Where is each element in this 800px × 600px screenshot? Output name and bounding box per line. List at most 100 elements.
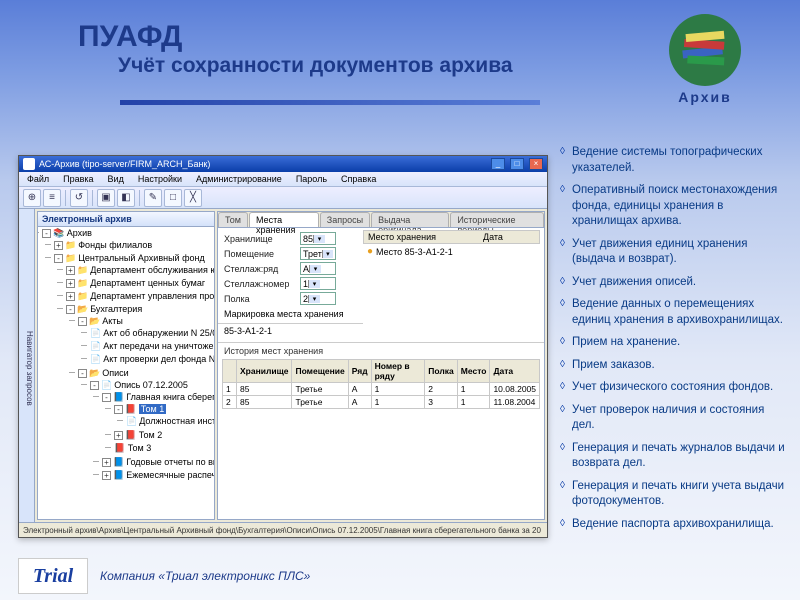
menu-help[interactable]: Справка (339, 173, 378, 185)
tree-node-selected[interactable]: -📕 Том 1 📄Должностная инструкция Главног… (114, 403, 214, 429)
inp-hran[interactable]: 85▾ (300, 232, 336, 245)
tb-btn-1[interactable]: ⊕ (23, 189, 41, 207)
tree-leaf[interactable]: +📘Ежемесячные распечатки по лицевому счё… (102, 469, 214, 482)
tree-node[interactable]: +📁Департамент управления проектами (66, 290, 214, 303)
storage-list: Место хранения Дата ● Место 85-3-A1-2-1 (363, 230, 540, 324)
list-item: Генерация и печать журналов выдачи и воз… (560, 441, 790, 472)
chevron-down-icon[interactable]: ▾ (313, 235, 325, 243)
tree-leaf[interactable]: 📄Акт передачи на уничтожение N 22/08-01 … (90, 340, 214, 353)
lab-hran: Хранилище (224, 234, 296, 244)
col-date[interactable]: Дата (479, 231, 539, 243)
tb-btn-7[interactable]: □ (164, 189, 182, 207)
tb-sep (139, 190, 140, 206)
tree-node[interactable]: -📘Главная книга сберегательного банка за… (102, 391, 214, 456)
tree-leaf[interactable]: 📕 Том 3 (114, 442, 214, 455)
company-logo: Trial (18, 558, 88, 594)
close-button[interactable]: × (529, 158, 543, 170)
inp-polka[interactable]: 2▾ (300, 292, 336, 305)
tree-node[interactable]: +📁Департамент ценных бумаг (66, 277, 214, 290)
table-row[interactable]: 185 ТретьеА 12 110.08.2005 (223, 383, 540, 396)
chevron-down-icon[interactable]: ▾ (308, 280, 320, 288)
slide-footer: Trial Компания «Триал электроникс ПЛС» (18, 558, 310, 594)
status-path: Электронный архив\Архив\Центральный Архи… (23, 526, 541, 535)
tab-issue[interactable]: Выдача оригинала (371, 212, 449, 227)
list-item: Учет физического состояния фондов. (560, 380, 790, 396)
lab-pom: Помещение (224, 249, 296, 259)
list-item: Прием заказов. (560, 358, 790, 374)
archive-tree[interactable]: Электронный архив -📚 Архив +📁Фонды филиа… (37, 211, 215, 520)
tb-btn-2[interactable]: ≡ (43, 189, 61, 207)
logo-caption: Архив (660, 89, 750, 105)
window-titlebar[interactable]: АС-Архив (tipo-server/FIRM_ARCH_Банк) _ … (19, 156, 547, 172)
toolbar: ⊕ ≡ ↺ ▣ ◧ ✎ □ ╳ (19, 187, 547, 209)
tree-header: Электронный архив (38, 212, 214, 227)
list-item: Прием на хранение. (560, 335, 790, 351)
inp-nom[interactable]: 1▾ (300, 277, 336, 290)
minimize-button[interactable]: _ (491, 158, 505, 170)
list-item: Учет проверок наличия и состояния дел. (560, 403, 790, 434)
tree-node[interactable]: -📂Акты 📄Акт об обнаружении N 25/08-01 от… (78, 315, 214, 367)
sidetab-label: Навигатор запросов (25, 215, 34, 522)
menu-bar: Файл Правка Вид Настройки Администрирова… (19, 172, 547, 187)
menu-file[interactable]: Файл (25, 173, 51, 185)
tb-btn-8[interactable]: ╳ (184, 189, 202, 207)
detail-top: Хранилище 85▾ Помещение Трет▾ Стеллаж:ря… (218, 228, 544, 324)
tree-node[interactable]: +📁Фонды филиалов (54, 239, 214, 252)
company-name: Компания «Триал электроникс ПЛС» (100, 569, 310, 583)
menu-settings[interactable]: Настройки (136, 173, 184, 185)
tree-leaf[interactable]: 📄Должностная инструкция Главного бухгалт… (126, 415, 214, 428)
tree-node[interactable]: -📂Бухгалтерия -📂Акты 📄Акт об обнаружении… (66, 303, 214, 485)
list-item: Генерация и печать книги учета выдачи фо… (560, 479, 790, 510)
tab-requests[interactable]: Запросы (320, 212, 370, 227)
tab-history[interactable]: Исторические периоды (450, 212, 544, 227)
tab-tom[interactable]: Том (218, 212, 248, 227)
tree-node[interactable]: +📁Департамент обслуживания юридических л… (66, 264, 214, 277)
tree-node[interactable]: -📁Центральный Архивный фонд +📁Департамен… (54, 252, 214, 486)
work-area: Навигатор запросов Электронный архив -📚 … (19, 209, 547, 522)
slide-title: ПУАФД Учёт сохранности документов архива (78, 20, 513, 78)
detail-tabs: Том Места хранения Запросы Выдача оригин… (218, 212, 544, 228)
chevron-down-icon[interactable]: ▾ (309, 265, 321, 273)
tree-node-root[interactable]: -📚 Архив +📁Фонды филиалов -📁Центральный … (42, 227, 214, 487)
side-tab-nav[interactable]: Навигатор запросов (19, 209, 35, 522)
lab-ryad: Стеллаж:ряд (224, 264, 296, 274)
tree-leaf[interactable]: +📕 Том 2 (114, 429, 214, 442)
menu-admin[interactable]: Администрирование (194, 173, 284, 185)
tb-btn-4[interactable]: ▣ (97, 189, 115, 207)
detail-panel: Том Места хранения Запросы Выдача оригин… (217, 211, 545, 520)
storage-form: Хранилище 85▾ Помещение Трет▾ Стеллаж:ря… (218, 228, 363, 324)
tab-storage[interactable]: Места хранения (249, 212, 319, 227)
tb-btn-6[interactable]: ✎ (144, 189, 162, 207)
chevron-down-icon[interactable]: ▾ (308, 295, 320, 303)
chevron-down-icon[interactable]: ▾ (322, 250, 333, 258)
list-item-label: Место 85-3-A1-2-1 (376, 247, 453, 257)
archive-logo: Архив (660, 10, 750, 130)
list-item: Ведение данных о перемещениях единиц хра… (560, 297, 790, 328)
title-rule (120, 100, 540, 105)
tb-sep (92, 190, 93, 206)
books-icon (665, 10, 745, 90)
menu-view[interactable]: Вид (106, 173, 126, 185)
tree-node[interactable]: -📂Описи -📄Опись 07.12.2005 -📘Главная кни… (78, 367, 214, 484)
col-mesto[interactable]: Место хранения (364, 231, 479, 243)
maximize-button[interactable]: □ (510, 158, 524, 170)
tb-btn-3[interactable]: ↺ (70, 189, 88, 207)
app-window: АС-Архив (tipo-server/FIRM_ARCH_Банк) _ … (18, 155, 548, 538)
inp-ryad[interactable]: A▾ (300, 262, 336, 275)
pin-icon: ● (367, 246, 373, 257)
tree-leaf[interactable]: +📘Годовые отчеты по выплатам налогов в б… (102, 456, 214, 469)
window-title: АС-Архив (tipo-server/FIRM_ARCH_Банк) (39, 159, 486, 169)
list-item[interactable]: ● Место 85-3-A1-2-1 (363, 244, 540, 259)
tb-btn-5[interactable]: ◧ (117, 189, 135, 207)
tree-leaf[interactable]: 📄Акт проверки дел фонда N 24-08/01 от 24… (90, 353, 214, 366)
list-header: Место хранения Дата (363, 230, 540, 244)
list-item: Ведение паспорта архивохранилища. (560, 517, 790, 533)
lab-polka: Полка (224, 294, 296, 304)
menu-password[interactable]: Пароль (294, 173, 329, 185)
tree-leaf[interactable]: 📄Акт об обнаружении N 25/08-01 от 25.08.… (90, 327, 214, 340)
table-row[interactable]: 285 ТретьеА 13 111.08.2004 (223, 396, 540, 409)
tree-node[interactable]: -📄Опись 07.12.2005 -📘Главная книга сбере… (90, 379, 214, 483)
history-table[interactable]: ХранилищеПомещение РядНомер в ряду Полка… (222, 359, 540, 409)
menu-edit[interactable]: Правка (61, 173, 95, 185)
inp-pom[interactable]: Трет▾ (300, 247, 336, 260)
